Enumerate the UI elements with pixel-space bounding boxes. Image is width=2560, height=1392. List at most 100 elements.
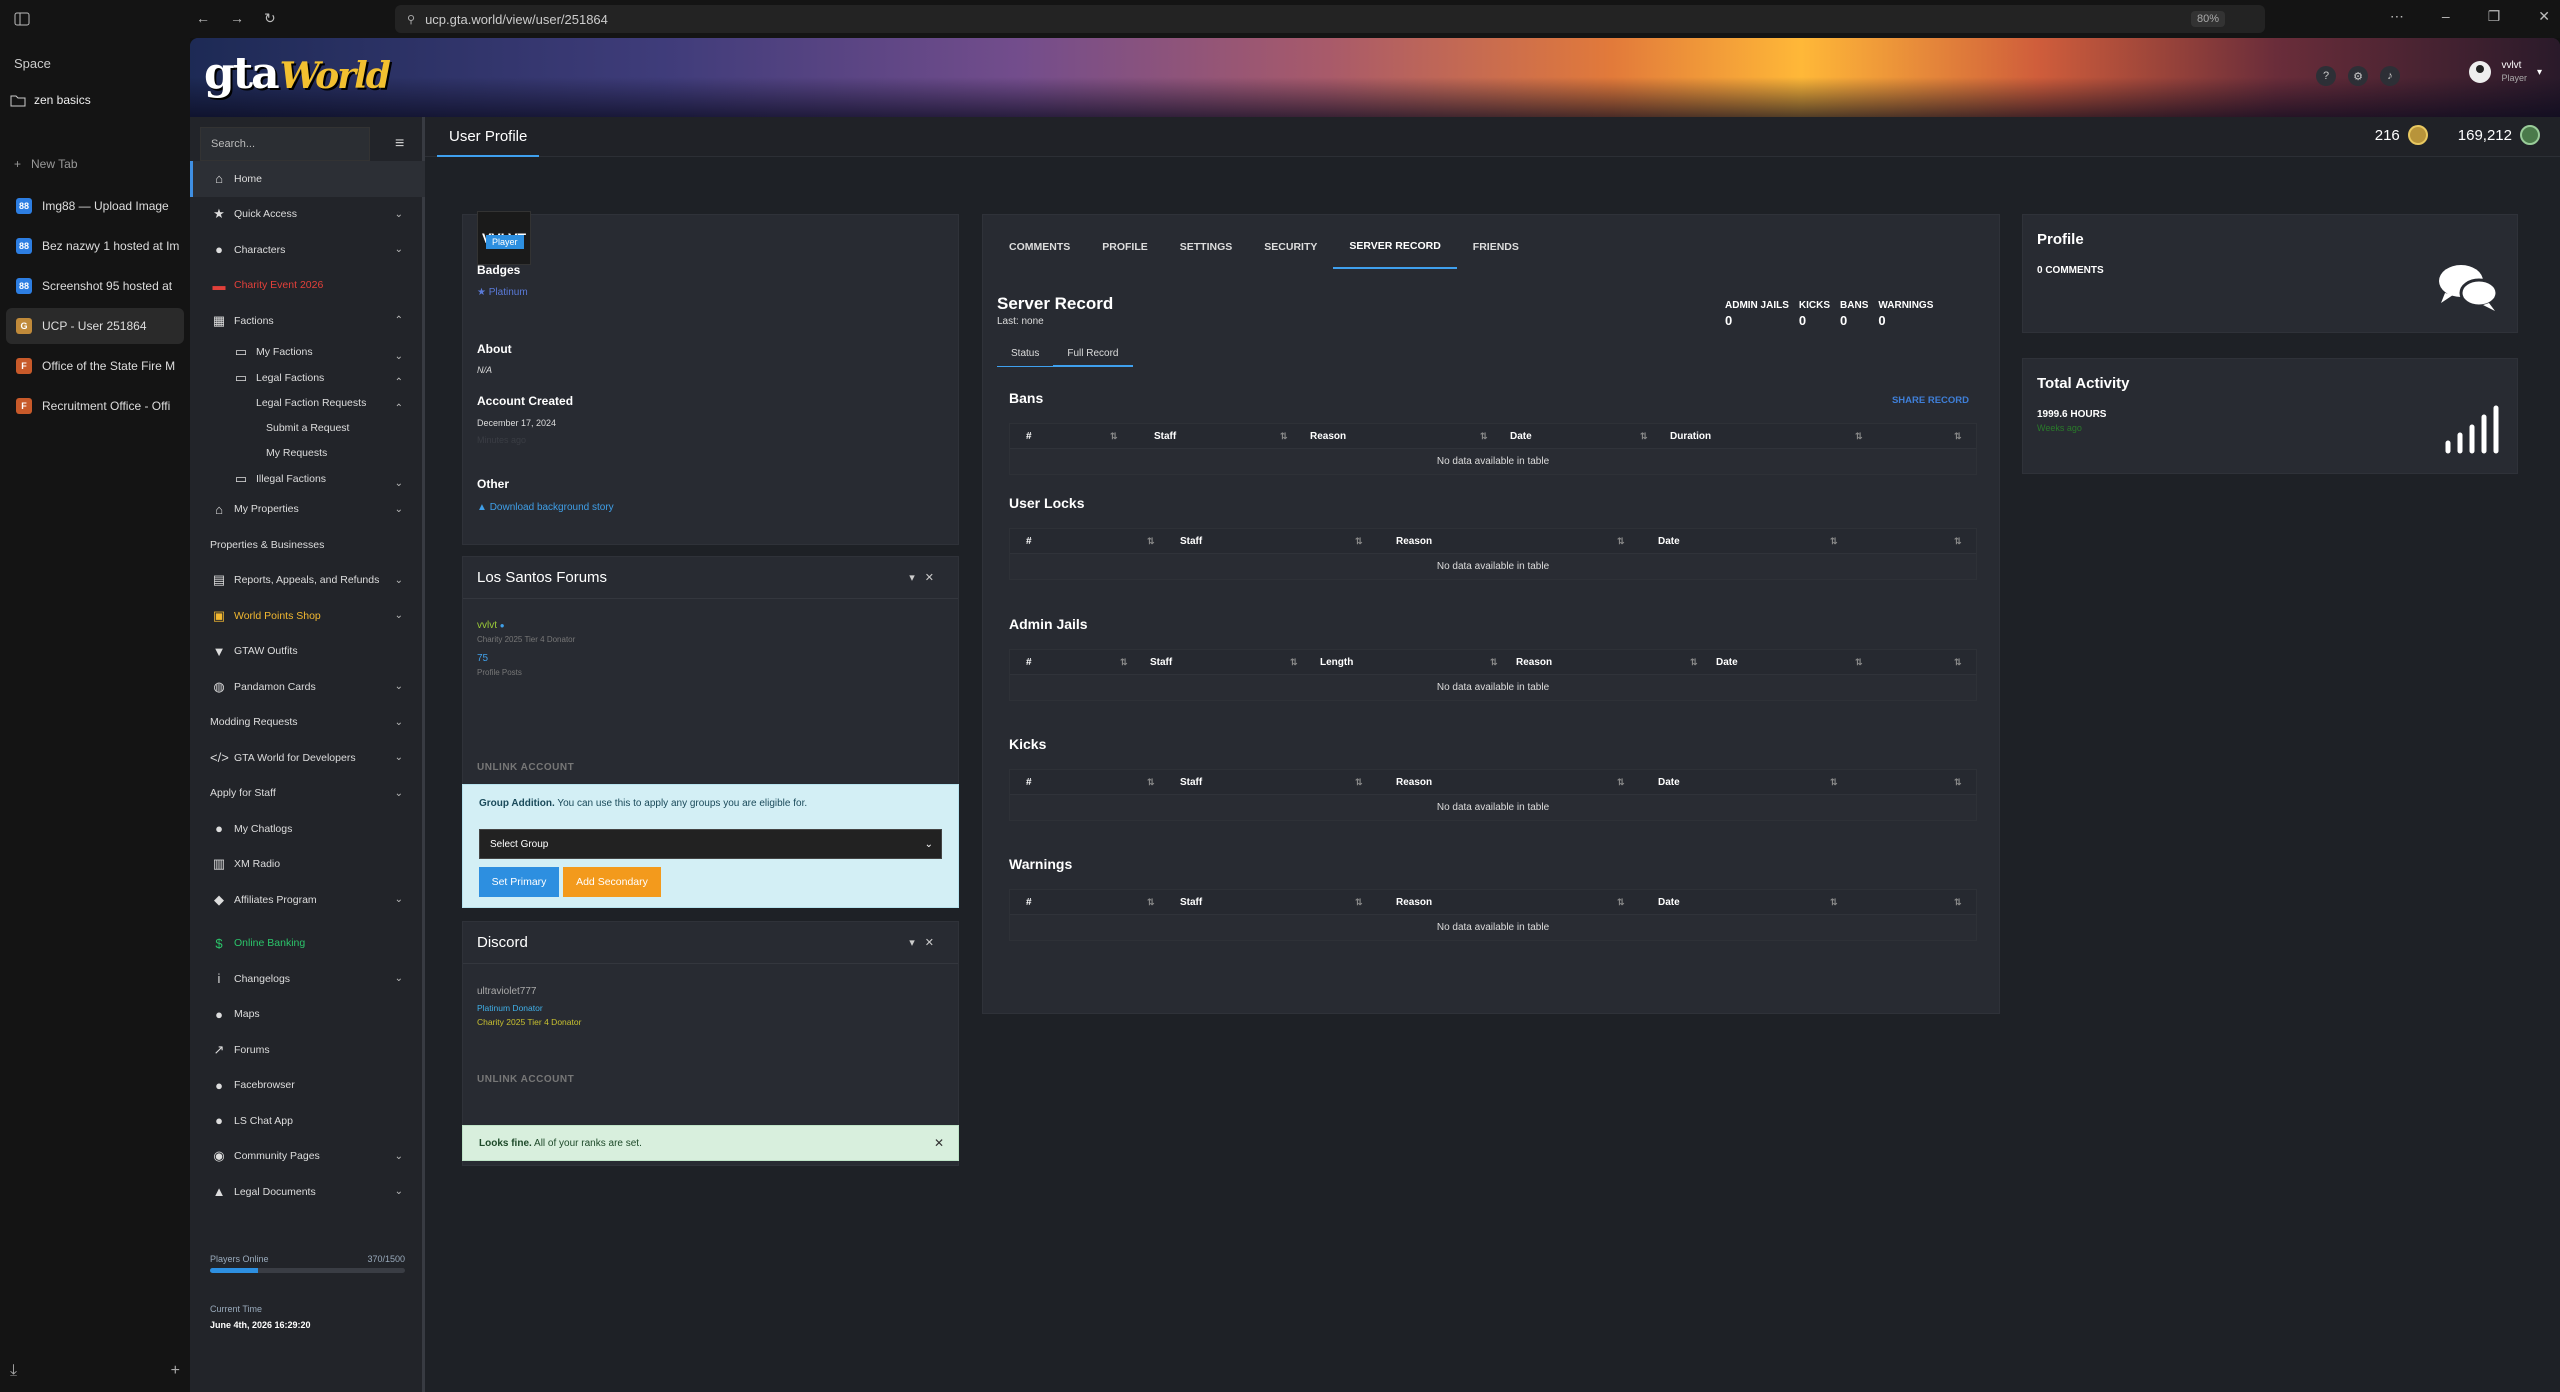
tab-comments[interactable]: COMMENTS (993, 225, 1086, 269)
tab-profile[interactable]: PROFILE (1086, 225, 1164, 269)
nav-item[interactable]: ◉ Community Pages ⌄ (190, 1139, 425, 1175)
tab-security[interactable]: SECURITY (1248, 225, 1333, 269)
table-header-cell[interactable]: Date (1658, 536, 1680, 547)
subtab-status[interactable]: Status (997, 341, 1054, 367)
table-header-cell[interactable]: Reason (1396, 777, 1432, 788)
discord-unlink-button[interactable]: UNLINK ACCOUNT (477, 1074, 574, 1085)
forward-icon[interactable]: → (230, 10, 244, 27)
tab-friends[interactable]: FRIENDS (1457, 225, 1535, 269)
sort-icon[interactable]: ⇅ (1830, 777, 1838, 788)
sort-icon[interactable]: ⇅ (1110, 431, 1118, 442)
nav-item[interactable]: ▤ Reports, Appeals, and Refunds ⌄ (190, 563, 425, 599)
sort-icon[interactable]: ⇅ (1830, 536, 1838, 547)
download-icon[interactable]: ⤓ (10, 1362, 17, 1380)
sort-icon[interactable]: ⇅ (1147, 897, 1155, 908)
sort-icon[interactable]: ⇅ (1954, 431, 1962, 442)
nav-item[interactable]: </> GTA World for Developers ⌄ (190, 740, 425, 776)
browser-tab[interactable]: F Office of the State Fire M (6, 348, 184, 384)
settings-icon[interactable]: ⚙ (2348, 66, 2368, 86)
site-info-icon[interactable]: ⚲ (407, 13, 415, 26)
minimize-icon[interactable]: – (2442, 8, 2450, 25)
nav-item[interactable]: Submit a Request (190, 416, 425, 441)
nav-item[interactable]: ⌂ My Properties ⌄ (190, 492, 425, 528)
url-text[interactable]: ucp.gta.world/view/user/251864 (425, 12, 608, 27)
nav-item[interactable]: ◆ Affiliates Program ⌄ (190, 882, 425, 918)
nav-item[interactable]: ▬ Charity Event 2026 (190, 268, 425, 304)
sort-icon[interactable]: ⇅ (1355, 897, 1363, 908)
sort-icon[interactable]: ⇅ (1830, 897, 1838, 908)
share-record-link[interactable]: SHARE RECORD (1892, 395, 1969, 406)
table-header-cell[interactable]: Date (1658, 897, 1680, 908)
browser-tab[interactable]: F Recruitment Office - Offi (6, 388, 184, 424)
sort-icon[interactable]: ⇅ (1954, 777, 1962, 788)
browser-tab[interactable]: 88 Screenshot 95 hosted at (6, 268, 184, 304)
table-header-cell[interactable]: Staff (1180, 536, 1202, 547)
sort-icon[interactable]: ⇅ (1480, 431, 1488, 442)
maximize-icon[interactable]: ❐ (2488, 8, 2501, 25)
menu-toggle-icon[interactable]: ≡ (395, 135, 404, 153)
nav-item[interactable]: My Requests (190, 441, 425, 466)
download-link[interactable]: ▲ Download background story (477, 502, 614, 513)
nav-item[interactable]: ● Facebrowser (190, 1068, 425, 1104)
folder-zen-basics[interactable]: zen basics (10, 93, 91, 107)
sort-icon[interactable]: ⇅ (1954, 536, 1962, 547)
back-icon[interactable]: ← (196, 10, 210, 27)
nav-item[interactable]: ● Characters ⌄ (190, 232, 425, 268)
nav-item[interactable]: ▥ XM Radio (190, 847, 425, 883)
table-header-cell[interactable]: Staff (1154, 431, 1176, 442)
card-controls[interactable]: ▾✕ (909, 936, 944, 949)
sort-icon[interactable]: ⇅ (1855, 657, 1863, 668)
nav-item[interactable]: ▭ My Factions ⌄ (190, 339, 425, 365)
close-icon[interactable]: ✕ (934, 1136, 944, 1150)
nav-item[interactable]: Modding Requests ⌄ (190, 705, 425, 741)
close-window-icon[interactable]: ✕ (2538, 8, 2550, 25)
nav-item[interactable]: ▣ World Points Shop ⌄ (190, 598, 425, 634)
sort-icon[interactable]: ⇅ (1147, 536, 1155, 547)
sidebar-toggle-icon[interactable] (14, 12, 30, 26)
sort-icon[interactable]: ⇅ (1690, 657, 1698, 668)
nav-item[interactable]: $ Online Banking (190, 926, 425, 962)
nav-item[interactable]: ▲ Legal Documents ⌄ (190, 1174, 425, 1210)
nav-item[interactable]: ● LS Chat App (190, 1103, 425, 1139)
table-header-cell[interactable]: Staff (1150, 657, 1172, 668)
bell-icon[interactable]: ♪ (2380, 66, 2400, 86)
nav-item[interactable]: ⌂ Home (190, 161, 425, 197)
sort-icon[interactable]: ⇅ (1617, 536, 1625, 547)
sort-icon[interactable]: ⇅ (1617, 897, 1625, 908)
nav-item[interactable]: ★ Quick Access ⌄ (190, 197, 425, 233)
table-header-cell[interactable]: Reason (1516, 657, 1552, 668)
nav-item[interactable]: ↗ Forums (190, 1032, 425, 1068)
table-header-cell[interactable]: Staff (1180, 777, 1202, 788)
table-header-cell[interactable]: # (1026, 777, 1032, 788)
tab-settings[interactable]: SETTINGS (1164, 225, 1249, 269)
nav-item[interactable]: Properties & Businesses (190, 527, 425, 563)
nav-item[interactable]: i Changelogs ⌄ (190, 961, 425, 997)
table-header-cell[interactable]: Date (1510, 431, 1532, 442)
select-group-dropdown[interactable]: Select Group ⌄ (479, 829, 942, 859)
table-header-cell[interactable]: Staff (1180, 897, 1202, 908)
tab-user-profile[interactable]: User Profile (437, 117, 540, 157)
nav-item[interactable]: ▼ GTAW Outfits (190, 634, 425, 670)
table-header-cell[interactable]: Reason (1396, 897, 1432, 908)
subtab-full-record[interactable]: Full Record (1053, 341, 1133, 367)
sort-icon[interactable]: ⇅ (1280, 431, 1288, 442)
table-header-cell[interactable]: Reason (1310, 431, 1346, 442)
nav-item[interactable]: ● Maps (190, 997, 425, 1033)
help-icon[interactable]: ? (2316, 66, 2336, 86)
site-logo[interactable]: gtaWorld (204, 48, 391, 99)
search-input[interactable]: Search... (200, 127, 370, 161)
zoom-badge[interactable]: 80% (2190, 11, 2225, 27)
table-header-cell[interactable]: # (1026, 431, 1032, 442)
table-header-cell[interactable]: Date (1716, 657, 1738, 668)
address-bar[interactable]: ⚲ ucp.gta.world/view/user/251864 80% (395, 5, 2265, 33)
sort-icon[interactable]: ⇅ (1355, 777, 1363, 788)
forum-unlink-button[interactable]: UNLINK ACCOUNT (477, 762, 574, 773)
nav-item[interactable]: Legal Faction Requests ⌃ (190, 391, 425, 416)
nav-item[interactable]: ◍ Pandamon Cards ⌄ (190, 669, 425, 705)
reload-icon[interactable]: ↻ (264, 10, 276, 27)
forum-username[interactable]: vvlvt ● (477, 620, 505, 631)
sort-icon[interactable]: ⇅ (1147, 777, 1155, 788)
more-icon[interactable]: ⋯ (2390, 8, 2404, 25)
browser-tab[interactable]: 88 Bez nazwy 1 hosted at Im (6, 228, 184, 264)
nav-item[interactable]: Apply for Staff ⌄ (190, 776, 425, 812)
